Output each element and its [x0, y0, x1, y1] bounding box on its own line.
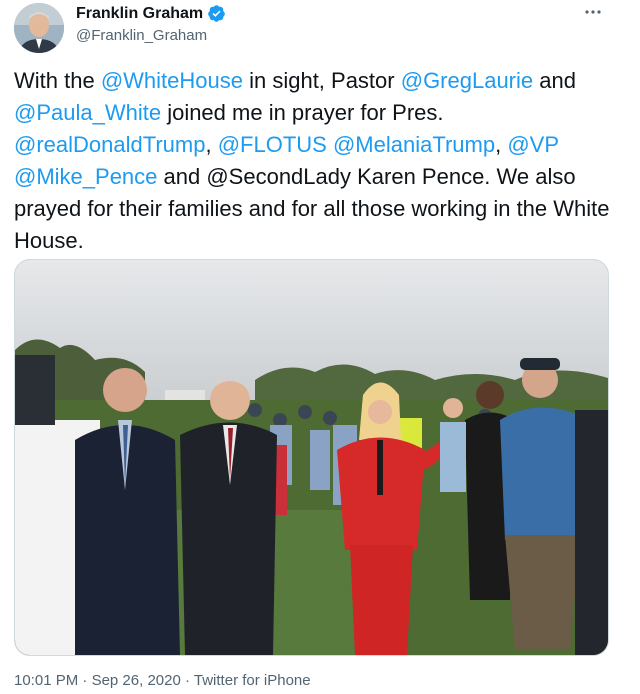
author-name[interactable]: Franklin Graham [76, 5, 203, 23]
photo-image [15, 260, 608, 655]
mention-link[interactable]: @MelaniaTrump [333, 132, 495, 157]
tweet-time[interactable]: 10:01 PM [14, 672, 78, 689]
mention-link[interactable]: @WhiteHouse [101, 68, 243, 93]
tweet-text-segment: , [205, 132, 218, 157]
tweet-text-segment: in sight, Pastor [242, 68, 401, 93]
tweet-text-segment: joined me in prayer for Pres. [161, 100, 444, 125]
tweet-text-segment: With the [14, 68, 101, 93]
tweet-text-segment: and [533, 68, 576, 93]
tweet-source[interactable]: Twitter for iPhone [194, 672, 311, 689]
tweet-text: With the @WhiteHouse in sight, Pastor @G… [14, 65, 626, 257]
verified-badge-icon [208, 5, 225, 22]
mention-link[interactable]: @VP [507, 132, 558, 157]
meta-separator: · [184, 672, 194, 689]
more-options-button[interactable] [583, 2, 603, 27]
avatar-image [14, 3, 64, 53]
tweet-text-segment: , [495, 132, 508, 157]
mention-link[interactable]: @realDonaldTrump [14, 132, 205, 157]
avatar[interactable] [14, 3, 64, 53]
mention-link[interactable]: @FLOTUS [218, 132, 327, 157]
tweet-meta: 10:01 PM · Sep 26, 2020 · Twitter for iP… [14, 672, 311, 689]
author-row: Franklin Graham [76, 4, 226, 23]
mention-link[interactable]: @Paula_White [14, 100, 161, 125]
tweet-photo[interactable] [14, 259, 609, 656]
mention-link[interactable]: @GregLaurie [401, 68, 533, 93]
author-handle[interactable]: @Franklin_Graham [76, 27, 207, 44]
mention-link[interactable]: @Mike_Pence [14, 164, 157, 189]
tweet: Franklin Graham @Franklin_Graham With th… [0, 0, 640, 694]
tweet-date[interactable]: Sep 26, 2020 [92, 672, 181, 689]
meta-separator: · [82, 672, 92, 689]
more-horizontal-icon [585, 10, 601, 14]
